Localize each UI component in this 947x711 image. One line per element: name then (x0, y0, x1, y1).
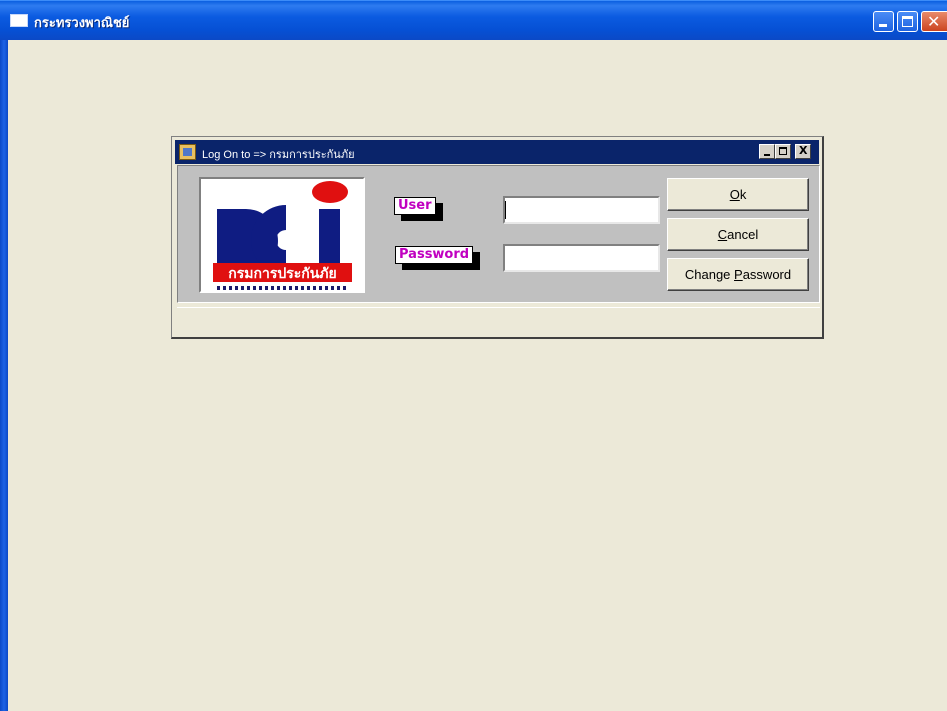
user-input[interactable] (503, 196, 660, 224)
app-window-icon (10, 14, 28, 27)
logo-tagline-graphic (217, 286, 347, 290)
minimize-button[interactable] (873, 11, 894, 32)
dialog-app-icon (179, 144, 196, 160)
dialog-title: Log On to => กรมการประกันภัย (202, 149, 355, 161)
ok-button[interactable]: Ok (667, 178, 809, 211)
change-password-prefix: Change (684, 267, 735, 282)
change-password-mnemonic: P (734, 267, 743, 282)
maximize-icon (779, 147, 787, 155)
dialog-body: กรมการประกันภัย User Password Ok Cancel … (177, 165, 820, 303)
password-label: Password (395, 246, 474, 264)
dialog-status-bar (177, 307, 820, 333)
text-caret (505, 201, 506, 219)
password-input[interactable] (503, 244, 660, 272)
dip-logo: กรมการประกันภัย (199, 177, 365, 293)
cancel-button[interactable]: Cancel (667, 218, 809, 251)
main-window-title: กระทรวงพาณิชย์ (34, 16, 130, 31)
dialog-maximize-button[interactable] (775, 144, 791, 159)
dialog-title-bar[interactable]: Log On to => กรมการประกันภัย X (175, 140, 819, 164)
close-icon: X (799, 144, 808, 157)
change-password-button[interactable]: Change Password (667, 258, 809, 291)
close-icon: ✕ (927, 12, 941, 31)
ok-mnemonic: O (729, 187, 740, 202)
minimize-icon (879, 24, 887, 27)
change-password-label-rest: assword (742, 267, 792, 282)
maximize-icon (902, 16, 913, 27)
app-window: กระทรวงพาณิชย์ ✕ Log On to => กรมการประก… (0, 0, 947, 711)
close-button[interactable]: ✕ (921, 11, 947, 32)
window-left-border (0, 40, 8, 711)
dialog-minimize-button[interactable] (759, 144, 775, 159)
logo-org-name: กรมการประกันภัย (228, 266, 337, 282)
maximize-button[interactable] (897, 11, 918, 32)
user-label: User (394, 197, 436, 215)
dip-logo-graphic: กรมการประกันภัย (213, 181, 352, 282)
logon-dialog: Log On to => กรมการประกันภัย X กรมการประ… (171, 136, 824, 339)
main-title-bar[interactable]: กระทรวงพาณิชย์ ✕ (0, 0, 947, 40)
minimize-icon (764, 154, 770, 156)
ok-label-rest: k (739, 187, 747, 202)
cancel-mnemonic: C (717, 227, 728, 242)
dialog-close-button[interactable]: X (795, 144, 811, 159)
cancel-label-rest: ancel (727, 227, 759, 242)
